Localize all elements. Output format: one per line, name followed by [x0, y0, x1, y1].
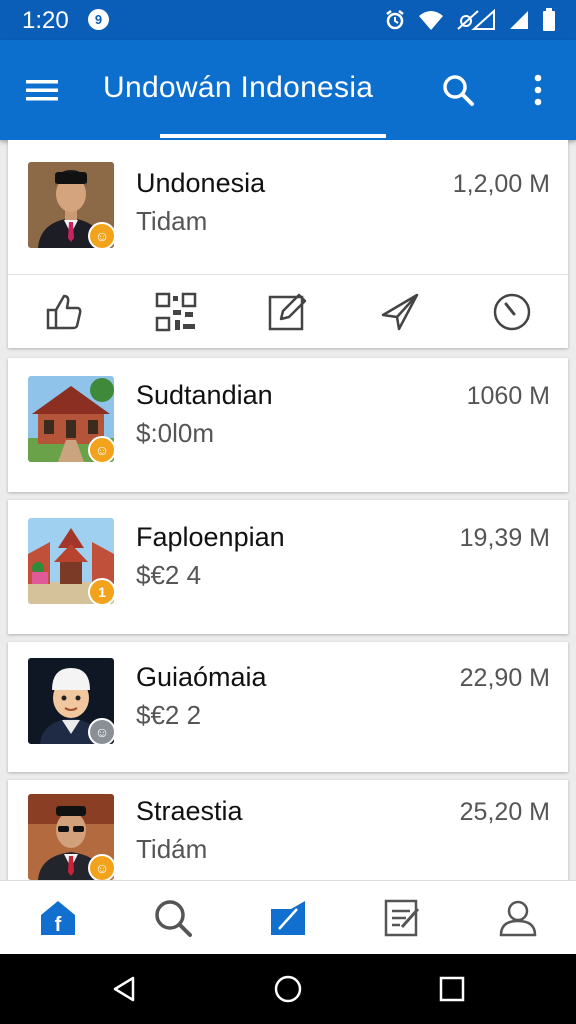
avatar: 1 — [28, 518, 114, 604]
home-circle-icon — [274, 975, 302, 1003]
item-value: 19,39 M — [459, 524, 550, 552]
system-home-button[interactable] — [270, 971, 306, 1007]
avatar-badge: ☺ — [88, 718, 114, 744]
avatar: ☺ — [28, 376, 114, 462]
list-card: ☺ Sudtandian $:0l0m 1060 M — [8, 358, 568, 492]
system-navigation — [0, 954, 576, 1024]
back-icon — [113, 976, 135, 1002]
like-icon — [46, 294, 82, 329]
item-subtitle: $€2 2 — [136, 700, 202, 730]
compose-icon — [270, 900, 305, 935]
edit-button[interactable] — [260, 284, 316, 340]
list-item[interactable]: ☺ Undonesia Tidam 1,2,00 M — [8, 140, 568, 274]
menu-button[interactable] — [24, 72, 64, 108]
avatar-badge: 1 — [88, 578, 114, 604]
system-recents-button[interactable] — [434, 971, 470, 1007]
alarm-icon — [386, 10, 404, 30]
item-value: 1060 M — [466, 382, 550, 410]
list-item[interactable]: 1 Faploenpian $€2 4 19,39 M — [8, 500, 568, 634]
nav-compose[interactable] — [256, 886, 320, 950]
item-subtitle: Tidám — [136, 834, 208, 864]
nav-home[interactable]: f — [26, 886, 90, 950]
item-name: Straestia — [136, 796, 243, 826]
item-subtitle: Tidam — [136, 206, 208, 236]
action-row — [8, 274, 568, 348]
item-subtitle: $€2 4 — [136, 560, 202, 590]
item-subtitle: $:0l0m — [136, 418, 215, 448]
send-icon — [381, 293, 419, 330]
nav-notes[interactable] — [371, 886, 435, 950]
app-title: Undowán Indonesia — [103, 71, 374, 104]
item-name: Guiaómaia — [136, 662, 267, 692]
list-card-expanded: ☺ Undonesia Tidam 1,2,00 M — [8, 140, 568, 348]
clock-button[interactable] — [484, 284, 540, 340]
send-button[interactable] — [372, 284, 428, 340]
recents-icon — [439, 976, 465, 1002]
wifi-icon — [419, 11, 443, 30]
list-item[interactable]: ☺ Guiaómaia $€2 2 22,90 M — [8, 642, 568, 776]
status-time: 1:20 — [22, 7, 69, 34]
bottom-navigation: f — [0, 880, 576, 954]
system-back-button[interactable] — [106, 971, 142, 1007]
list-card: ☺ Straestia Tidám 25,20 M — [8, 780, 568, 880]
home-icon: f — [40, 900, 75, 936]
signal-icon — [510, 11, 528, 29]
battery-icon — [543, 8, 555, 31]
list-card: 1 Faploenpian $€2 4 19,39 M — [8, 500, 568, 634]
qr-code-button[interactable] — [148, 284, 204, 340]
app-bar: Undowán Indonesia — [0, 40, 576, 140]
nav-search[interactable] — [141, 886, 205, 950]
item-value: 1,2,00 M — [452, 170, 550, 198]
avatar-badge: ☺ — [88, 854, 114, 880]
more-vert-icon — [534, 74, 542, 106]
like-button[interactable] — [36, 284, 92, 340]
item-value: 22,90 M — [459, 664, 550, 692]
more-options-button[interactable] — [520, 70, 556, 110]
item-list: ☺ Undonesia Tidam 1,2,00 M ☺ Sudtandian … — [0, 140, 576, 880]
status-bar: 1:20 9 — [0, 0, 576, 40]
search-icon — [155, 899, 192, 937]
edit-icon — [268, 293, 307, 330]
avatar: ☺ — [28, 162, 114, 248]
item-name: Faploenpian — [136, 522, 285, 552]
data-saver-icon — [457, 9, 495, 30]
list-card: ☺ Guiaómaia $€2 2 22,90 M — [8, 642, 568, 772]
item-value: 25,20 M — [459, 798, 550, 826]
notification-badge-icon: 9 — [88, 9, 109, 30]
qr-code-icon — [155, 292, 197, 331]
avatar: ☺ — [28, 658, 114, 744]
list-item[interactable]: ☺ Straestia Tidám 25,20 M — [8, 780, 568, 880]
status-icons — [384, 6, 556, 34]
svg-text:f: f — [54, 914, 61, 936]
item-name: Sudtandian — [136, 380, 273, 410]
notes-icon — [384, 899, 420, 936]
tab-indicator — [160, 134, 386, 138]
list-item[interactable]: ☺ Sudtandian $:0l0m 1060 M — [8, 358, 568, 492]
item-name: Undonesia — [136, 168, 266, 198]
menu-icon — [26, 80, 58, 101]
search-icon — [443, 75, 474, 106]
clock-icon — [493, 293, 531, 330]
search-button[interactable] — [438, 70, 478, 110]
avatar-badge: ☺ — [88, 222, 114, 248]
avatar-badge: ☺ — [88, 436, 114, 462]
profile-icon — [500, 900, 537, 936]
nav-profile[interactable] — [486, 886, 550, 950]
avatar: ☺ — [28, 794, 114, 880]
